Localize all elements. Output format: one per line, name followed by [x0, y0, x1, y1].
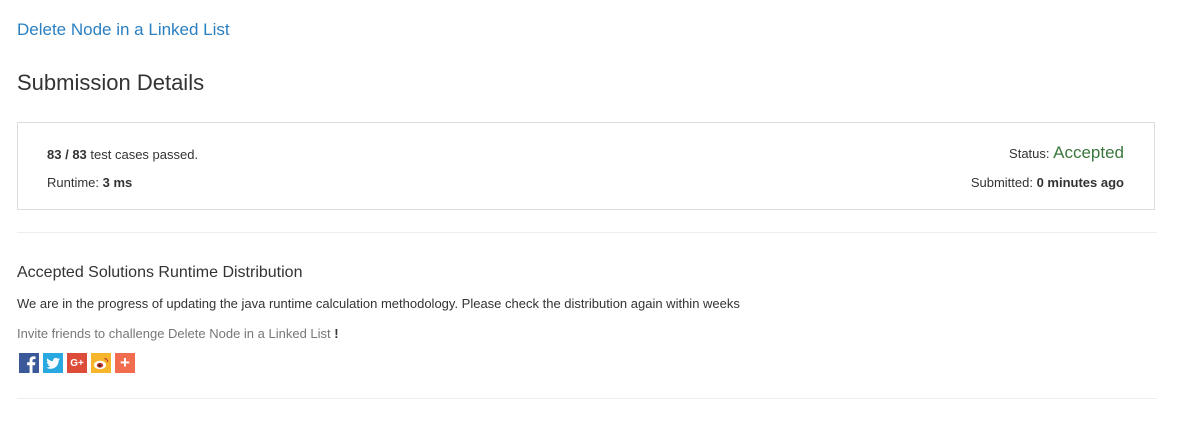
- weibo-icon: [94, 357, 109, 370]
- result-summary: 83 / 83 test cases passed. Runtime: 3 ms: [47, 147, 198, 203]
- cases-passed: 83: [47, 147, 62, 162]
- divider: [17, 232, 1157, 233]
- submission-details-panel: 83 / 83 test cases passed. Runtime: 3 ms…: [17, 122, 1155, 210]
- share-google-plus-button[interactable]: G+: [67, 353, 87, 373]
- submitted-row: Submitted: 0 minutes ago: [971, 175, 1124, 191]
- twitter-icon: [46, 357, 60, 369]
- test-cases-row: 83 / 83 test cases passed.: [47, 147, 198, 175]
- google-plus-icon: G+: [70, 357, 84, 369]
- share-more-button[interactable]: +: [115, 353, 135, 373]
- runtime-value: 3 ms: [102, 175, 133, 190]
- share-buttons: G+ +: [19, 353, 139, 373]
- invite-label: Invite friends to challenge Delete Node …: [17, 326, 335, 341]
- submitted-value: 0 minutes ago: [1036, 175, 1124, 190]
- share-twitter-button[interactable]: [43, 353, 63, 373]
- status-row: Status: Accepted: [971, 143, 1124, 175]
- runtime-label: Runtime:: [47, 175, 103, 190]
- divider: [17, 398, 1157, 399]
- share-weibo-button[interactable]: [91, 353, 111, 373]
- submission-page: Delete Node in a Linked List Submission …: [0, 0, 1182, 423]
- cases-separator: /: [61, 147, 73, 162]
- distribution-note: We are in the progress of updating the j…: [17, 296, 740, 311]
- invite-text: Invite friends to challenge Delete Node …: [17, 326, 339, 341]
- facebook-icon: [27, 356, 36, 373]
- status-value[interactable]: Accepted: [1053, 143, 1124, 162]
- plus-icon: +: [120, 353, 130, 372]
- cases-total: 83: [72, 147, 87, 162]
- share-facebook-button[interactable]: [19, 353, 39, 373]
- status-label: Status:: [1009, 146, 1054, 161]
- status-summary: Status: Accepted Submitted: 0 minutes ag…: [971, 143, 1124, 191]
- invite-exclamation: !: [334, 326, 339, 341]
- page-title: Submission Details: [17, 70, 205, 95]
- distribution-title: Accepted Solutions Runtime Distribution: [17, 264, 303, 281]
- cases-suffix: test cases passed.: [86, 147, 199, 162]
- submitted-label: Submitted:: [970, 175, 1037, 190]
- problem-title-link[interactable]: Delete Node in a Linked List: [17, 20, 230, 40]
- runtime-row: Runtime: 3 ms: [47, 175, 198, 203]
